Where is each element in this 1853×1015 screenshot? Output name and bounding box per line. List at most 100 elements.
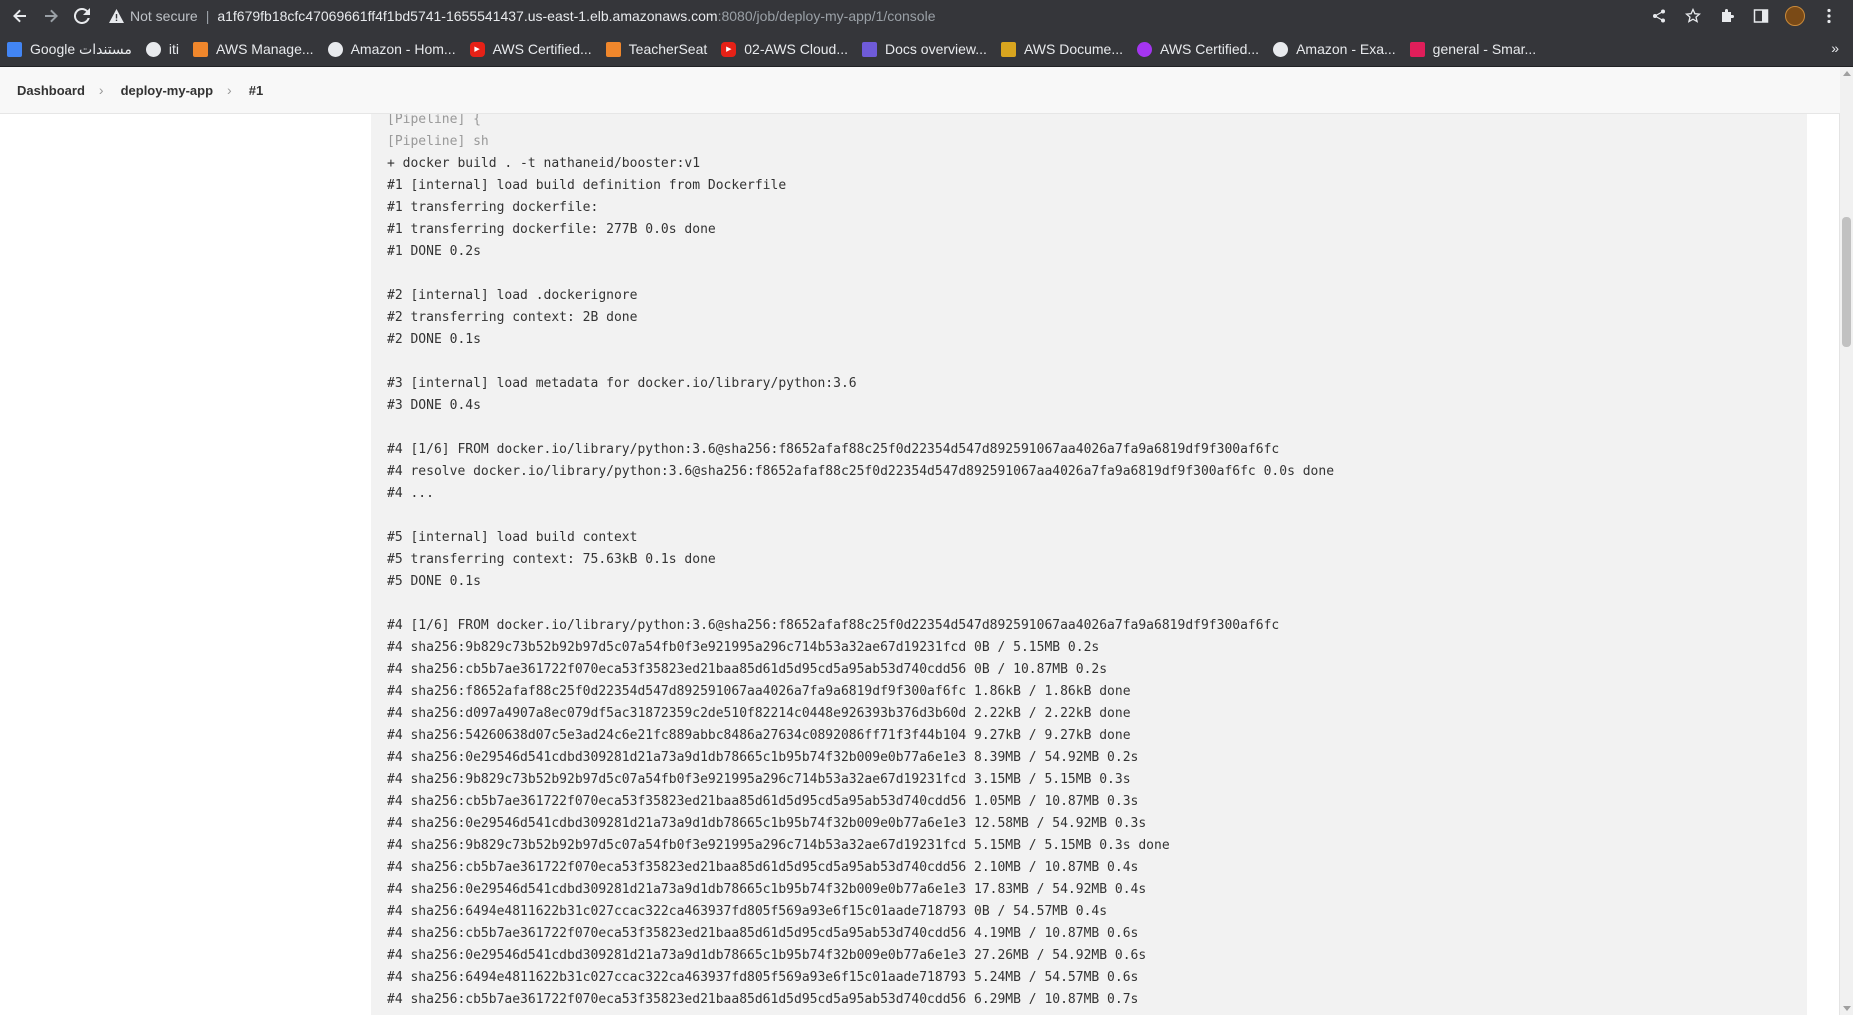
console-line: #4 sha256:cb5b7ae361722f070eca53f35823ed…	[387, 992, 1139, 1007]
console-line: #4 sha256:cb5b7ae361722f070eca53f35823ed…	[387, 926, 1139, 941]
bookmark-label: TeacherSeat	[628, 41, 708, 57]
bookmark-label: Google مستندات	[30, 40, 132, 57]
bookmark-item[interactable]: AWS Docume...	[994, 36, 1130, 62]
side-panel-icon[interactable]	[1751, 6, 1771, 26]
bookmark-item[interactable]: AWS Certified...	[1130, 36, 1266, 62]
bookmark-item[interactable]: general - Smar...	[1403, 36, 1544, 62]
bookmark-label: Docs overview...	[885, 41, 987, 57]
bookmark-label: general - Smar...	[1432, 41, 1537, 57]
console-line: #4 sha256:0e29546d541cdbd309281d21a73a9d…	[387, 948, 1147, 963]
console-line: #2 [internal] load .dockerignore	[387, 288, 638, 303]
console-line: #4 sha256:0e29546d541cdbd309281d21a73a9d…	[387, 882, 1147, 897]
bookmark-item[interactable]: Amazon - Hom...	[321, 36, 463, 62]
console-line: #2 DONE 0.1s	[387, 332, 481, 347]
console-line: #1 transferring dockerfile: 277B 0.0s do…	[387, 222, 716, 237]
scrollbar-thumb[interactable]	[1842, 217, 1851, 347]
bookmark-label: iti	[168, 41, 180, 57]
browser-toolbar: Not secure | a1f679fb18cfc47069661ff4f1b…	[0, 0, 1853, 32]
bookmarks-overflow-icon[interactable]: »	[1831, 40, 1839, 56]
reload-button[interactable]	[71, 5, 93, 27]
udemy-icon	[1137, 41, 1153, 57]
console-line: #1 DONE 0.2s	[387, 244, 481, 259]
more-vert-icon[interactable]	[1819, 6, 1839, 26]
console-line: #4 sha256:cb5b7ae361722f070eca53f35823ed…	[387, 662, 1108, 677]
globe-icon	[1273, 41, 1289, 57]
extensions-icon[interactable]	[1717, 6, 1737, 26]
console-line: #3 [internal] load metadata for docker.i…	[387, 376, 857, 391]
url-host: a1f679fb18cfc47069661ff4f1bd5741-1655541…	[217, 8, 718, 24]
console-output: [Pipeline] {[Pipeline] sh + docker build …	[371, 67, 1807, 1015]
console-line: #1 transferring dockerfile:	[387, 200, 599, 215]
teacherseat-icon	[605, 41, 621, 57]
profile-avatar[interactable]	[1785, 6, 1805, 26]
forward-button[interactable]	[40, 5, 62, 27]
breadcrumb-build[interactable]: #1	[249, 83, 263, 98]
page-scrollbar[interactable]	[1839, 67, 1853, 1015]
console-line: #3 DONE 0.4s	[387, 398, 481, 413]
console-line: #4 sha256:6494e4811622b31c027ccac322ca46…	[387, 904, 1108, 919]
bookmark-item[interactable]: iti	[139, 36, 186, 62]
console-line: #4 sha256:9b829c73b52b92b97d5c07a54fb0f3…	[387, 640, 1100, 655]
console-line: #4 sha256:cb5b7ae361722f070eca53f35823ed…	[387, 860, 1139, 875]
back-button[interactable]	[9, 5, 31, 27]
breadcrumb-dashboard[interactable]: Dashboard	[17, 83, 85, 98]
console-lines: [Pipeline] {[Pipeline] sh + docker build …	[387, 109, 1334, 1011]
bookmarks-bar: Google مستندات iti AWS Manage... Amazon - H…	[0, 32, 1853, 67]
star-icon[interactable]	[1683, 6, 1703, 26]
chevron-right-icon: ›	[227, 82, 232, 98]
console-line: #4 sha256:0e29546d541cdbd309281d21a73a9d…	[387, 750, 1139, 765]
console-line: #2 transferring context: 2B done	[387, 310, 638, 325]
bookmark-label: 02-AWS Cloud...	[744, 41, 849, 57]
bookmark-item[interactable]: Amazon - Exa...	[1266, 36, 1403, 62]
console-line: + docker build . -t nathaneid/booster:v1	[387, 156, 701, 171]
console-line: #5 transferring context: 75.63kB 0.1s do…	[387, 552, 716, 567]
reload-icon	[74, 8, 90, 24]
youtube-icon: ▶	[469, 41, 485, 57]
scroll-up-icon[interactable]	[1843, 71, 1851, 76]
warning-icon	[109, 9, 124, 23]
bookmark-item[interactable]: ▶ 02-AWS Cloud...	[714, 36, 855, 62]
bookmark-item[interactable]: Google مستندات	[0, 36, 139, 62]
console-line: #4 sha256:9b829c73b52b92b97d5c07a54fb0f3…	[387, 772, 1131, 787]
bookmark-label: Amazon - Hom...	[350, 41, 456, 57]
console-line: #5 [internal] load build context	[387, 530, 638, 545]
aws-cube-icon	[193, 41, 209, 57]
console-line: #4 resolve docker.io/library/python:3.6@…	[387, 464, 1335, 479]
share-icon[interactable]	[1649, 6, 1669, 26]
console-line: #4 [1/6] FROM docker.io/library/python:3…	[387, 442, 1280, 457]
console-line: #4 [1/6] FROM docker.io/library/python:3…	[387, 618, 1280, 633]
aws-box-icon	[1000, 41, 1016, 57]
console-line: #1 [internal] load build definition from…	[387, 178, 787, 193]
scroll-down-icon[interactable]	[1843, 1006, 1851, 1011]
bookmark-item[interactable]: ▶ AWS Certified...	[463, 36, 599, 62]
bookmark-label: AWS Manage...	[216, 41, 314, 57]
slack-icon	[1409, 41, 1425, 57]
console-line: #5 DONE 0.1s	[387, 574, 481, 589]
globe-icon	[145, 41, 161, 57]
bookmark-label: AWS Certified...	[1160, 41, 1260, 57]
chevron-right-icon: ›	[98, 82, 104, 98]
address-bar[interactable]: Not secure | a1f679fb18cfc47069661ff4f1b…	[109, 2, 1649, 30]
bookmark-item[interactable]: Docs overview...	[855, 36, 994, 62]
console-line: #4 ...	[387, 486, 434, 501]
bookmark-label: AWS Certified...	[492, 41, 592, 57]
bookmark-label: AWS Docume...	[1023, 41, 1124, 57]
breadcrumb-job[interactable]: deploy-my-app	[121, 83, 213, 98]
console-line: #4 sha256:54260638d07c5e3ad24c6e21fc889a…	[387, 728, 1131, 743]
globe-icon	[327, 41, 343, 57]
bookmark-item[interactable]: AWS Manage...	[186, 36, 321, 62]
console-line: #4 sha256:9b829c73b52b92b97d5c07a54fb0f3…	[387, 838, 1170, 853]
console-line: #4 sha256:6494e4811622b31c027ccac322ca46…	[387, 970, 1139, 985]
console-line: #4 sha256:d097a4907a8ec079df5ac31872359c…	[387, 706, 1131, 721]
google-docs-icon	[7, 41, 22, 57]
url-separator: |	[205, 8, 210, 24]
youtube-icon: ▶	[721, 41, 737, 57]
bookmark-item[interactable]: TeacherSeat	[599, 36, 715, 62]
console-line: [Pipeline] sh	[387, 134, 489, 149]
console-line: #4 sha256:0e29546d541cdbd309281d21a73a9d…	[387, 816, 1147, 831]
arrow-left-icon	[13, 9, 26, 23]
arrow-right-icon	[45, 9, 58, 23]
